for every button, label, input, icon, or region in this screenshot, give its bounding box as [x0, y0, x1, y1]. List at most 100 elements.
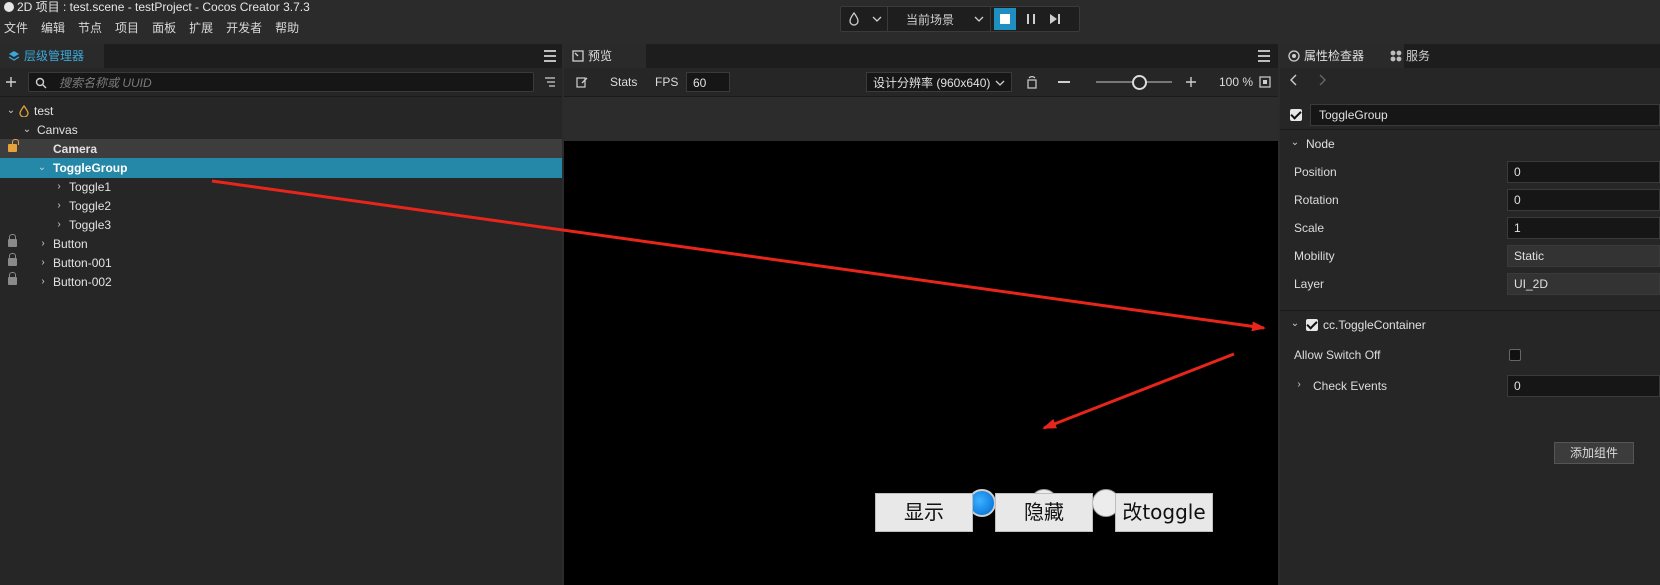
chevron-right-icon[interactable]: › — [54, 196, 64, 216]
layers-icon — [8, 51, 20, 61]
tree-node-test[interactable]: ⌄ test — [0, 101, 562, 121]
tree-node-button-001[interactable]: › Button-001 — [0, 253, 562, 273]
prop-allow-switch-off: Allow Switch Off — [1280, 342, 1660, 368]
add-node-icon[interactable] — [5, 76, 17, 88]
stop-button[interactable] — [994, 8, 1016, 30]
window-title: 2D 项目 : test.scene - testProject - Cocos… — [4, 0, 310, 14]
cocos-logo-icon — [4, 2, 14, 12]
chevron-right-icon[interactable]: › — [54, 177, 64, 197]
tree-node-button[interactable]: › Button — [0, 234, 562, 254]
chevron-down-icon[interactable]: ⌄ — [37, 158, 47, 178]
tree-node-toggle3[interactable]: › Toggle3 — [0, 215, 562, 235]
hierarchy-search-input[interactable]: 搜索名称或 UUID — [28, 72, 534, 92]
prop-check-events: › Check Events 0 — [1280, 373, 1660, 399]
check-events-input[interactable]: 0 — [1507, 375, 1660, 397]
chevron-right-icon[interactable]: › — [1294, 379, 1304, 390]
scale-input[interactable]: 1 — [1507, 217, 1660, 239]
layer-select[interactable]: UI_2D — [1507, 273, 1660, 295]
inspector-icon — [1288, 50, 1300, 62]
menu-file[interactable]: 文件 — [4, 19, 28, 37]
chevron-down-icon — [995, 80, 1005, 86]
preview-panel: 预览 Stats FPS 60 设计分辨率 (960x640) 100 % 显示… — [564, 44, 1278, 585]
run-toolbar: 当前场景 — [840, 6, 1080, 32]
preview-header-strip — [564, 97, 1278, 141]
step-button[interactable] — [1043, 7, 1067, 31]
menu-bar: 文件 编辑 节点 项目 面板 扩展 开发者 帮助 — [4, 19, 299, 37]
forward-icon[interactable] — [1318, 74, 1326, 86]
node-section-header[interactable]: ⌄ Node — [1280, 129, 1660, 158]
show-button[interactable]: 显示 — [875, 493, 973, 532]
allow-switch-off-checkbox[interactable] — [1509, 349, 1521, 361]
tree-node-toggle1[interactable]: › Toggle1 — [0, 177, 562, 197]
menu-project[interactable]: 项目 — [115, 19, 139, 37]
zoom-out-icon[interactable] — [1058, 81, 1070, 83]
search-icon — [35, 77, 47, 89]
rotate-icon[interactable] — [1026, 75, 1038, 89]
prop-mobility: Mobility Static — [1280, 243, 1660, 269]
platform-icon[interactable] — [841, 7, 867, 31]
hide-button[interactable]: 隐藏 — [995, 493, 1093, 532]
pause-button[interactable] — [1019, 7, 1043, 31]
hierarchy-toolbar: 搜索名称或 UUID — [0, 68, 562, 97]
chevron-right-icon[interactable]: › — [38, 272, 48, 292]
preview-menu-icon[interactable] — [1258, 50, 1270, 62]
tree-node-canvas[interactable]: ⌄ Canvas — [0, 120, 562, 140]
scene-select[interactable]: 当前场景 — [887, 7, 991, 31]
edit-icon[interactable] — [576, 76, 588, 88]
chevron-down-icon[interactable] — [867, 7, 887, 31]
chevron-down-icon[interactable]: ⌄ — [22, 120, 32, 140]
chevron-right-icon[interactable]: › — [54, 215, 64, 235]
lock-icon[interactable] — [8, 234, 17, 247]
inspector-tabbar: 属性检查器 服务 — [1280, 44, 1660, 68]
mobility-select[interactable]: Static — [1507, 245, 1660, 267]
fit-icon[interactable] — [1259, 76, 1271, 88]
menu-extension[interactable]: 扩展 — [189, 19, 213, 37]
scene-select-label: 当前场景 — [906, 12, 955, 27]
menu-help[interactable]: 帮助 — [275, 19, 299, 37]
preview-icon — [572, 50, 584, 62]
menu-edit[interactable]: 编辑 — [41, 19, 65, 37]
component-section-header[interactable]: ⌄ cc.ToggleContainer — [1280, 310, 1660, 339]
lock-icon[interactable] — [8, 272, 17, 285]
zoom-slider-knob[interactable] — [1132, 75, 1147, 90]
prop-rotation: Rotation 0 — [1280, 187, 1660, 213]
back-icon[interactable] — [1290, 74, 1298, 86]
menu-node[interactable]: 节点 — [78, 19, 102, 37]
lock-icon[interactable] — [8, 253, 17, 266]
tree-node-button-002[interactable]: › Button-002 — [0, 272, 562, 292]
change-toggle-button[interactable]: 改toggle — [1115, 493, 1213, 532]
tree-node-camera[interactable]: Camera — [0, 139, 562, 159]
chevron-right-icon[interactable]: › — [38, 234, 48, 254]
menu-developer[interactable]: 开发者 — [226, 19, 262, 37]
chevron-down-icon: ⌄ — [1290, 318, 1300, 329]
menu-panel[interactable]: 面板 — [152, 19, 176, 37]
add-component-button[interactable]: 添加组件 — [1554, 442, 1634, 464]
unlock-icon[interactable] — [8, 139, 19, 152]
chevron-right-icon[interactable]: › — [38, 253, 48, 273]
hierarchy-tabbar: 层级管理器 — [0, 44, 562, 68]
tab-services[interactable]: 服务 — [1382, 44, 1456, 68]
prop-position: Position 0 — [1280, 159, 1660, 185]
hierarchy-panel: 层级管理器 搜索名称或 UUID ⌄ test ⌄ Canvas Camera … — [0, 44, 562, 585]
tree-node-togglegroup[interactable]: ⌄ ToggleGroup — [0, 158, 562, 178]
tab-hierarchy[interactable]: 层级管理器 — [0, 44, 104, 68]
chevron-down-icon[interactable]: ⌄ — [6, 101, 16, 121]
stats-toggle[interactable]: Stats — [610, 75, 637, 89]
hierarchy-menu-icon[interactable] — [544, 50, 556, 62]
fps-input[interactable]: 60 — [686, 72, 730, 92]
position-input[interactable]: 0 — [1507, 161, 1660, 183]
prop-scale: Scale 1 — [1280, 215, 1660, 241]
tree-node-toggle2[interactable]: › Toggle2 — [0, 196, 562, 216]
tab-preview[interactable]: 预览 — [564, 44, 646, 68]
sort-icon[interactable] — [544, 76, 556, 88]
component-enabled-checkbox[interactable] — [1306, 319, 1318, 331]
node-active-checkbox[interactable] — [1290, 109, 1302, 121]
scene-icon — [19, 105, 29, 117]
preview-tabbar: 预览 — [564, 44, 1278, 68]
rotation-input[interactable]: 0 — [1507, 189, 1660, 211]
services-icon — [1390, 50, 1402, 62]
node-name-input[interactable]: ToggleGroup — [1310, 104, 1660, 126]
resolution-select[interactable]: 设计分辨率 (960x640) — [866, 72, 1012, 92]
zoom-level: 100 % — [1219, 75, 1254, 89]
zoom-in-icon[interactable] — [1185, 76, 1197, 88]
